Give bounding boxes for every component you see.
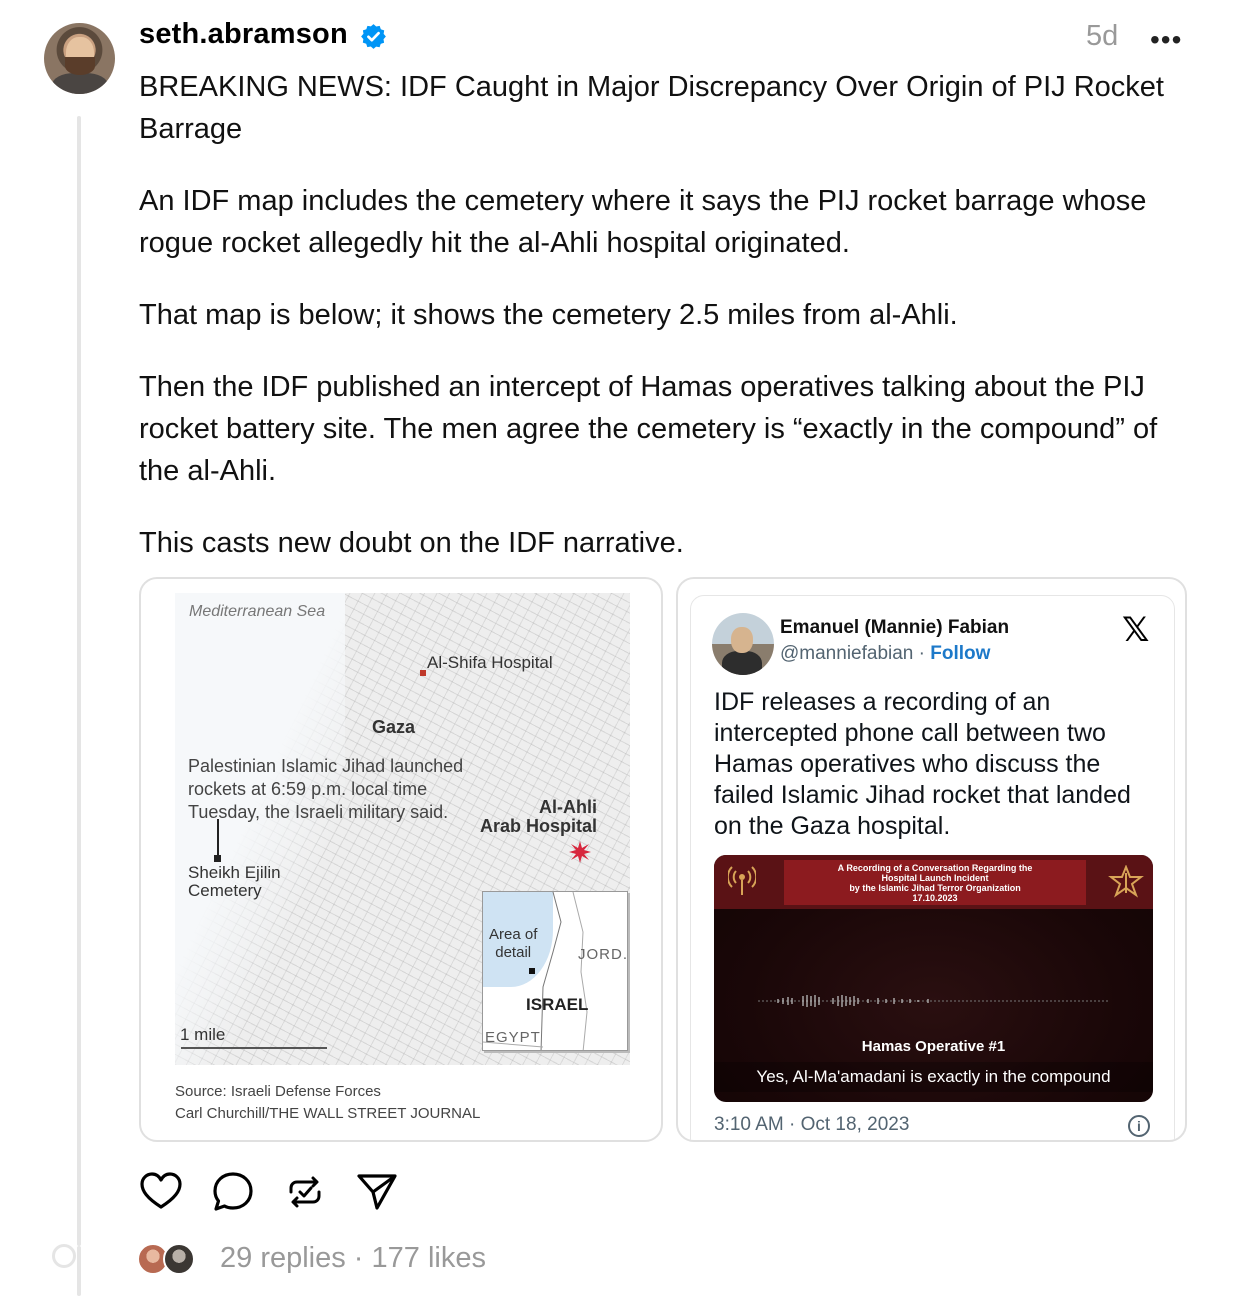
cemetery-leader-line	[217, 819, 219, 859]
verified-badge-icon	[361, 24, 386, 49]
inset-borders	[483, 892, 588, 1050]
handle-separator: ·	[918, 643, 925, 664]
tweet-timestamp[interactable]: 3:10 AM · Oct 18, 2023	[714, 1114, 909, 1136]
more-icon[interactable]: •••	[1150, 24, 1182, 56]
reply-like-stats[interactable]: 29 replies · 177 likes	[220, 1242, 486, 1275]
post-time: 5d	[1086, 20, 1119, 52]
post-paragraph: This casts new doubt on the IDF narrativ…	[139, 527, 684, 559]
thread-curl	[52, 1244, 76, 1268]
x-logo-icon[interactable]: 𝕏	[1122, 613, 1149, 647]
inset-area-label: Area of detail	[489, 926, 538, 961]
pij-note: Palestinian Islamic Jihad launched rocke…	[188, 756, 464, 822]
like-icon[interactable]	[139, 1170, 183, 1214]
reply-icon[interactable]	[211, 1170, 255, 1214]
thread-tail	[77, 1246, 81, 1296]
inset-israel-label: ISRAEL	[526, 995, 589, 1014]
audio-waveform	[758, 995, 1110, 1007]
inset-map: Area of detail JORD. ISRAEL EGYPT	[482, 891, 628, 1051]
tweet-author-name[interactable]: Emanuel (Mannie) Fabian	[780, 617, 1009, 639]
scale-label: 1 mile	[180, 1025, 226, 1044]
map-image-card[interactable]: Mediterranean Sea Al-Shifa Hospital Gaza…	[139, 577, 663, 1142]
scale-bar	[181, 1047, 327, 1049]
tweet-author-avatar[interactable]	[712, 613, 774, 675]
cemetery-label: Sheikh Ejilin Cemetery	[188, 863, 281, 900]
video-title: A Recording of a Conversation Regarding …	[784, 860, 1086, 905]
idf-emblem-icon	[1108, 864, 1144, 899]
thread-line	[77, 116, 81, 1246]
map-source: Source: Israeli Defense Forces Carl Chur…	[175, 1083, 481, 1122]
speaker-label: Hamas Operative #1	[861, 1038, 1006, 1055]
embedded-tweet-card[interactable]: Emanuel (Mannie) Fabian @manniefabian · …	[676, 577, 1187, 1142]
repost-icon[interactable]	[283, 1170, 327, 1214]
broadcast-icon	[726, 865, 758, 897]
post-body: BREAKING NEWS: IDF Caught in Major Discr…	[139, 66, 1179, 594]
inset-egypt-label: EGYPT	[485, 1029, 541, 1046]
inset-marker	[529, 968, 535, 974]
shifa-marker	[420, 670, 426, 676]
sea-label: Mediterranean Sea	[189, 603, 326, 620]
share-icon[interactable]	[355, 1170, 399, 1214]
video-player[interactable]: A Recording of a Conversation Regarding …	[714, 855, 1153, 1102]
gaza-label: Gaza	[372, 717, 416, 737]
post-paragraph: Then the IDF published an intercept of H…	[139, 371, 1158, 487]
inset-jordan-label: JORD.	[578, 946, 628, 963]
impact-burst-icon	[569, 841, 591, 863]
tweet-text: IDF releases a recording of an intercept…	[714, 688, 1131, 840]
follow-button[interactable]: Follow	[930, 643, 990, 664]
tweet-handle-line: @manniefabian · Follow	[780, 643, 990, 665]
video-caption: Yes, Al-Ma'amadani is exactly in the com…	[714, 1062, 1153, 1092]
author-username[interactable]: seth.abramson	[139, 18, 348, 51]
author-avatar[interactable]	[44, 23, 115, 94]
post-paragraph: BREAKING NEWS: IDF Caught in Major Discr…	[139, 71, 1164, 145]
info-icon[interactable]: i	[1128, 1115, 1150, 1137]
ahli-label: Al-Ahli Arab Hospital	[480, 797, 598, 836]
tweet-handle[interactable]: @manniefabian	[780, 643, 913, 664]
cemetery-marker	[214, 855, 221, 862]
shifa-label: Al-Shifa Hospital	[427, 653, 553, 672]
sea-area	[175, 593, 345, 1065]
replier-avatar[interactable]	[163, 1243, 195, 1275]
post-paragraph: An IDF map includes the cemetery where i…	[139, 185, 1147, 259]
gaza-map: Mediterranean Sea Al-Shifa Hospital Gaza…	[175, 593, 630, 1065]
post-paragraph: That map is below; it shows the cemetery…	[139, 299, 958, 331]
